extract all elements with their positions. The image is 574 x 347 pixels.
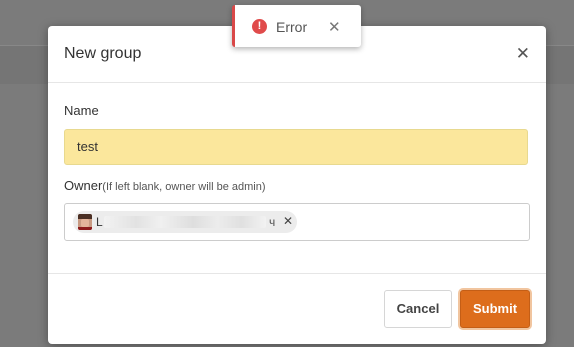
owner-chip-name-start: L: [96, 215, 103, 229]
owner-chip-name-redacted: [104, 216, 266, 228]
name-field[interactable]: test: [64, 129, 528, 165]
owner-label-text: Owner: [64, 178, 103, 193]
new-group-dialog: New group ✕ Name test Owner(If left blan…: [48, 26, 546, 344]
owner-chip[interactable]: L ч ✕: [73, 211, 297, 233]
name-label: Name: [64, 103, 99, 118]
owner-hint: (If left blank, owner will be admin): [102, 181, 266, 193]
dialog-footer: Cancel Submit: [48, 274, 546, 344]
error-toast: ! Error ✕: [232, 5, 361, 47]
close-icon[interactable]: ✕: [516, 44, 530, 64]
error-icon: !: [252, 19, 267, 34]
owner-chip-name-end: ч: [269, 215, 276, 229]
toast-message: Error: [276, 19, 308, 35]
toast-close-icon[interactable]: ✕: [328, 18, 341, 36]
owner-select[interactable]: L ч ✕: [64, 203, 530, 241]
submit-button[interactable]: Submit: [460, 290, 530, 328]
dialog-body: Name test Owner(If left blank, owner wil…: [48, 83, 546, 274]
avatar: [78, 214, 92, 230]
cancel-button[interactable]: Cancel: [384, 290, 452, 328]
dialog-title: New group: [64, 45, 142, 62]
owner-label: Owner(If left blank, owner will be admin…: [64, 178, 266, 193]
remove-owner-icon[interactable]: ✕: [283, 214, 293, 228]
